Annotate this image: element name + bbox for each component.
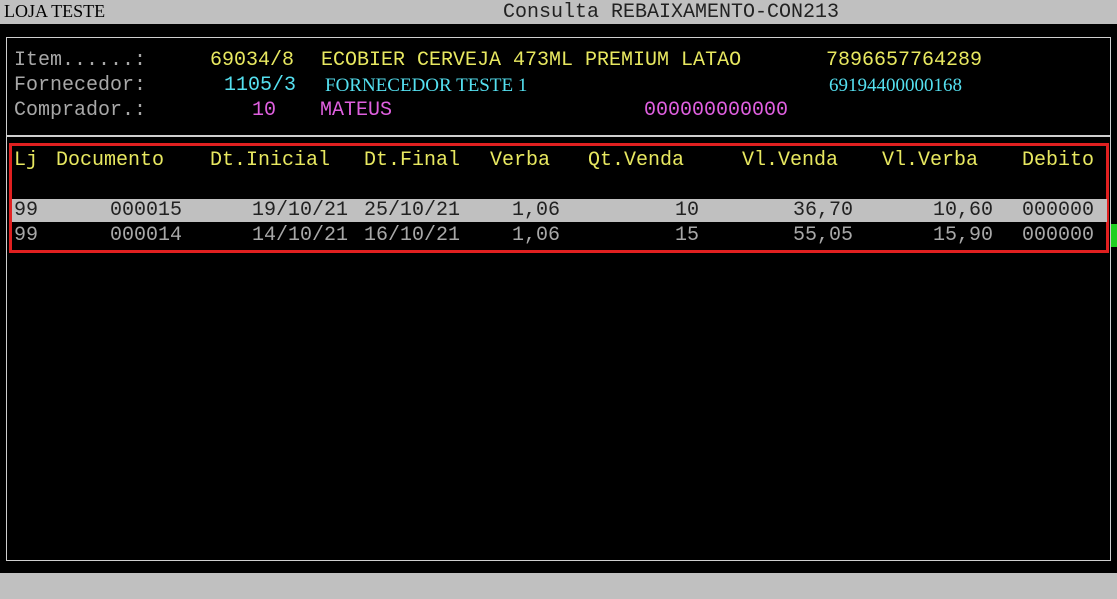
buyer-name: MATEUS <box>320 99 393 122</box>
cell-vl-verba: 15,90 <box>932 224 993 247</box>
status-bar <box>0 573 1117 599</box>
item-description: ECOBIER CERVEJA 473ML PREMIUM LATAO <box>321 49 742 72</box>
col-vl-venda: Vl.Venda <box>742 149 839 172</box>
col-dt-inicial: Dt.Inicial <box>210 149 331 172</box>
cell-dt-final: 16/10/21 <box>364 224 461 247</box>
cursor-marker <box>1111 224 1117 247</box>
cell-vl-venda: 55,05 <box>792 224 853 247</box>
cell-verba: 1,06 <box>511 199 560 222</box>
cell-dt-inicial: 19/10/21 <box>251 199 348 222</box>
cell-verba: 1,06 <box>511 224 560 247</box>
item-code: 69034/8 <box>210 49 295 72</box>
cell-documento: 000015 <box>109 199 182 222</box>
col-qt-venda: Qt.Venda <box>588 149 685 172</box>
col-verba: Verba <box>490 149 551 172</box>
store-name: LOJA TESTE <box>4 1 106 21</box>
terminal-screen: Item......: 69034/8 ECOBIER CERVEJA 473M… <box>0 24 1117 573</box>
cell-qt-venda: 15 <box>674 224 699 247</box>
col-documento: Documento <box>56 149 165 172</box>
supplier-code: 1105/3 <box>224 74 297 97</box>
buyer-label: Comprador.: <box>14 99 147 122</box>
title-bar: LOJA TESTE Consulta REBAIXAMENTO-CON213 <box>0 0 1117 24</box>
col-lj: Lj <box>14 149 39 172</box>
item-ean: 7896657764289 <box>826 49 983 72</box>
cell-dt-inicial: 14/10/21 <box>251 224 348 247</box>
supplier-name: FORNECEDOR TESTE 1 <box>325 75 528 96</box>
screen-frame <box>6 37 1111 561</box>
cell-dt-final: 25/10/21 <box>364 199 461 222</box>
cell-vl-venda: 36,70 <box>792 199 853 222</box>
buyer-code: 10 <box>252 99 277 122</box>
cell-lj: 99 <box>14 224 39 247</box>
item-label: Item......: <box>14 49 147 72</box>
cell-lj: 99 <box>14 199 39 222</box>
cell-debito: 000000 <box>1022 199 1095 222</box>
supplier-label: Fornecedor: <box>14 74 147 97</box>
col-vl-verba: Vl.Verba <box>882 149 979 172</box>
cell-documento: 000014 <box>109 224 182 247</box>
col-debito: Debito <box>1022 149 1095 172</box>
cell-vl-verba: 10,60 <box>932 199 993 222</box>
cell-qt-venda: 10 <box>674 199 699 222</box>
supplier-cnpj: 69194400000168 <box>829 75 962 96</box>
header-divider <box>6 135 1111 137</box>
screen-title: Consulta REBAIXAMENTO-CON213 <box>503 1 840 24</box>
cell-debito: 000000 <box>1022 224 1095 247</box>
buyer-extra: 000000000000 <box>644 99 789 122</box>
col-dt-final: Dt.Final <box>364 149 461 172</box>
